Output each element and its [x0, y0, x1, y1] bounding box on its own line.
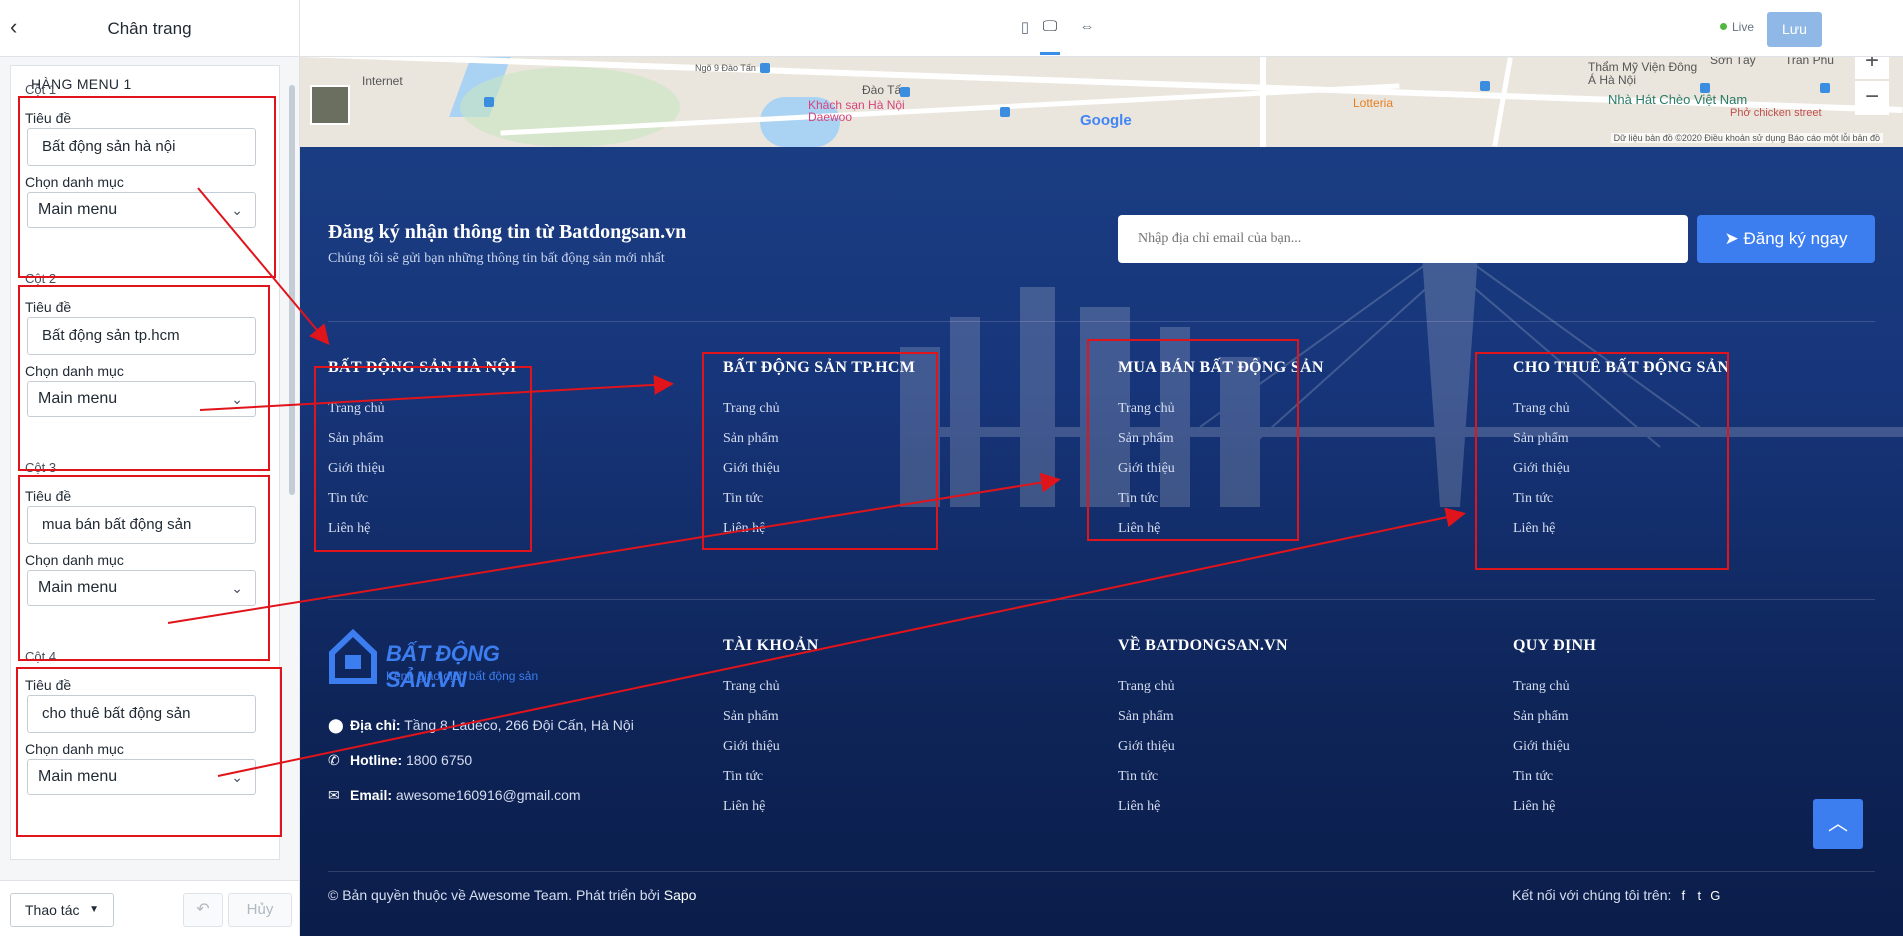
map-label: Khách sạn Hà Nội Daewoo — [808, 98, 905, 124]
address-label: Địa chỉ: — [350, 717, 401, 733]
live-indicator: Live — [1720, 20, 1754, 34]
map-attribution[interactable]: Dữ liệu bản đồ ©2020 Điều khoản sử dụng … — [1610, 133, 1883, 143]
annotation-box-column-1 — [18, 96, 276, 278]
zoom-in-button[interactable]: + — [1855, 57, 1889, 79]
footer-link[interactable]: Trang chủ — [1118, 679, 1448, 709]
phone-icon: ✆ — [328, 752, 340, 768]
map-satellite-thumbnail[interactable] — [310, 85, 350, 125]
paper-plane-icon: ➤ — [1724, 229, 1744, 248]
contact-email: ✉ Email: awesome160916@gmail.com — [328, 787, 581, 804]
live-dot-icon — [1720, 23, 1727, 30]
desktop-icon[interactable]: 🖵 — [1040, 18, 1060, 55]
footer-link[interactable]: Giới thiệu — [723, 739, 1053, 769]
map-label: Phở chicken street — [1730, 107, 1822, 119]
annotation-box-preview-2 — [702, 352, 938, 550]
footer-link[interactable]: Trang chủ — [723, 679, 1053, 709]
newsletter-subscribe-button[interactable]: ➤ Đăng ký ngay — [1697, 215, 1875, 263]
footer-link[interactable]: Liên hệ — [1513, 799, 1843, 829]
twitter-icon[interactable]: t — [1691, 888, 1707, 903]
map-label: Thẩm Mỹ Viện Đông Á Hà Nội — [1588, 60, 1698, 87]
annotation-box-column-2 — [18, 285, 270, 471]
facebook-icon[interactable]: f — [1675, 888, 1691, 903]
footer-menu-about: VỀ BATDONGSAN.VN Trang chủ Sản phẩm Giới… — [1118, 637, 1448, 829]
footer-menu-policy: QUY ĐỊNH Trang chủ Sản phẩm Giới thiệu T… — [1513, 637, 1843, 829]
footer-link[interactable]: Giới thiệu — [1118, 739, 1448, 769]
footer-link[interactable]: Sản phẩm — [1513, 709, 1843, 739]
email-value[interactable]: awesome160916@gmail.com — [396, 787, 581, 803]
newsletter-title: Đăng ký nhận thông tin từ Batdongsan.vn — [328, 221, 687, 243]
actions-dropdown[interactable]: Thao tác ▼ — [10, 893, 114, 927]
zoom-out-button[interactable]: − — [1855, 81, 1889, 115]
email-label: Email: — [350, 787, 393, 803]
hotline-label: Hotline: — [350, 752, 403, 768]
map-label: Lotteria — [1353, 96, 1394, 110]
address-value: Tầng 8 Ladeco, 266 Đội Cấn, Hà Nội — [404, 717, 634, 733]
map-label: Ngõ 9 Đào Tấn — [695, 63, 756, 73]
theme-editor: ‹ Chân trang HÀNG MENU 1 Cột 1 Tiêu đề B… — [0, 0, 1903, 936]
mobile-icon[interactable]: ▯ — [1015, 18, 1035, 40]
undo-button[interactable]: ↶ — [183, 893, 223, 927]
panel-title: Chân trang — [107, 19, 192, 38]
contact-hotline: ✆ Hotline: 1800 6750 — [328, 752, 472, 769]
footer-link[interactable]: Liên hệ — [723, 799, 1053, 829]
back-to-top-button[interactable]: ︿ — [1813, 799, 1863, 849]
caret-down-icon: ▼ — [89, 904, 99, 915]
brand-name: BẤT ĐỘNG SẢN.VN — [386, 641, 500, 692]
site-logo[interactable]: BẤT ĐỘNG SẢN.VN Kênh giao dịch bất động … — [328, 629, 558, 699]
footer-link[interactable]: Tin tức — [1118, 769, 1448, 799]
divider — [328, 599, 1875, 600]
envelope-icon: ✉ — [328, 787, 340, 803]
map-label: Nhà Hát Chèo Việt Nam — [1608, 92, 1748, 107]
google-icon[interactable]: G — [1707, 888, 1723, 903]
contact-address: ⬤ Địa chỉ: Tầng 8 Ladeco, 266 Đội Cấn, Hà… — [328, 717, 634, 734]
panel-scrollbar[interactable] — [289, 85, 295, 495]
footer-link[interactable]: Trang chủ — [1513, 679, 1843, 709]
hotline-value[interactable]: 1800 6750 — [406, 752, 472, 768]
cancel-button[interactable]: Hủy — [228, 893, 292, 927]
annotation-box-preview-4 — [1475, 352, 1729, 570]
live-label: Live — [1732, 20, 1755, 34]
developer-link[interactable]: Sapo — [664, 887, 697, 903]
panel-header: ‹ Chân trang — [0, 0, 299, 57]
social-label: Kết nối với chúng tôi trên: — [1512, 887, 1672, 903]
undo-icon: ↶ — [196, 901, 210, 918]
annotation-box-column-3 — [18, 475, 270, 661]
house-logo-icon — [329, 629, 377, 684]
social-links: Kết nối với chúng tôi trên: ftG — [1512, 887, 1723, 903]
arrow-up-icon: ︿ — [1828, 813, 1848, 835]
column-heading: VỀ BATDONGSAN.VN — [1118, 637, 1288, 654]
annotation-box-column-4 — [16, 667, 282, 837]
newsletter-email-input[interactable]: Nhập địa chỉ email của bạn... — [1118, 215, 1688, 263]
google-logo: Google — [1080, 112, 1132, 129]
map-pin-icon: ⬤ — [328, 717, 344, 733]
subscribe-label: Đăng ký ngay — [1743, 229, 1848, 248]
map-label: Sơn Tây — [1710, 57, 1756, 67]
save-button[interactable]: Lưu — [1767, 12, 1822, 47]
footer-menu-account: TÀI KHOẢN Trang chủ Sản phẩm Giới thiệu … — [723, 637, 1053, 829]
fullwidth-icon[interactable]: ⇔ — [1077, 18, 1097, 40]
annotation-box-preview-3 — [1087, 339, 1299, 541]
actions-label: Thao tác — [25, 902, 80, 918]
divider — [328, 871, 1875, 872]
footer-link[interactable]: Giới thiệu — [1513, 739, 1843, 769]
divider — [328, 321, 1875, 322]
column-heading: TÀI KHOẢN — [723, 637, 819, 654]
panel-footer: Thao tác ▼ ↶ Hủy — [0, 880, 299, 936]
footer-link[interactable]: Liên hệ — [1118, 799, 1448, 829]
column-heading: QUY ĐỊNH — [1513, 637, 1597, 654]
footer-link[interactable]: Tin tức — [1513, 769, 1843, 799]
map-label: Trần Phú — [1785, 57, 1834, 67]
map-label: Internet — [362, 74, 403, 88]
newsletter-subtitle: Chúng tôi sẽ gửi bạn những thông tin bất… — [328, 251, 665, 266]
editor-toolbar: ▯ 🖵 ⇔ Live Lưu — [300, 0, 1903, 57]
copyright-text: © Bản quyền thuộc về Awesome Team. Phát … — [328, 887, 660, 903]
copyright: © Bản quyền thuộc về Awesome Team. Phát … — [328, 887, 696, 903]
annotation-box-preview-1 — [314, 366, 532, 552]
brand-slogan: Kênh giao dịch bất động sản — [386, 669, 539, 683]
google-map[interactable]: Internet Ngõ 9 Đào Tấn Đào Tấn Khách sạn… — [300, 57, 1903, 147]
footer-link[interactable]: Sản phẩm — [723, 709, 1053, 739]
column-label: Cột 1 — [25, 82, 57, 97]
footer-link[interactable]: Tin tức — [723, 769, 1053, 799]
footer-link[interactable]: Sản phẩm — [1118, 709, 1448, 739]
